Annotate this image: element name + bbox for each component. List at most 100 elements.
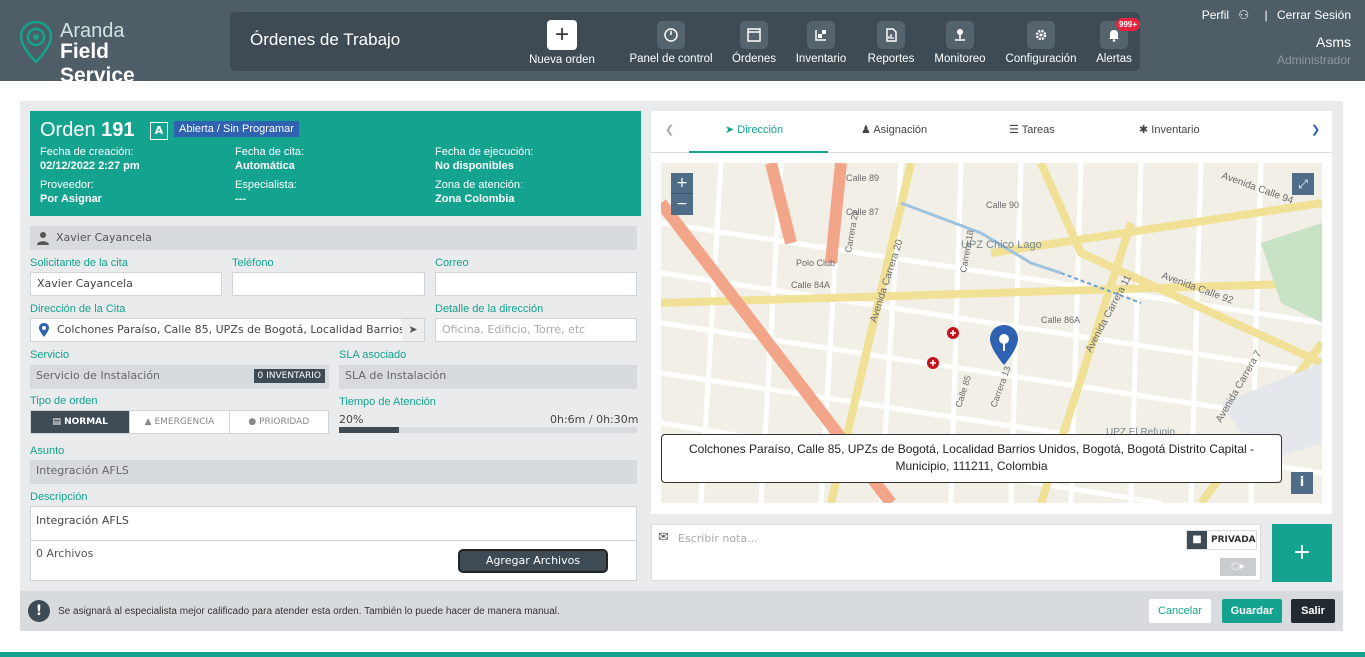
- tab-tareas[interactable]: ☰ Tareas: [1009, 123, 1055, 136]
- attention-time-value: 0h:6m / 0h:30m: [550, 413, 639, 426]
- specialist-label: Especialista:: [235, 179, 297, 191]
- links-separator: |: [1264, 8, 1268, 22]
- inventory-badge[interactable]: 0 INVENTARIO: [253, 369, 325, 383]
- attention-percent: 20%: [339, 413, 364, 426]
- top-bar: Aranda Field Service Órdenes de Trabajo …: [0, 0, 1365, 87]
- details-panel: ❮ ➤ Dirección ♟ Asignación ☰ Tareas ✱ In…: [651, 111, 1332, 514]
- zoom-controls: + −: [671, 173, 693, 215]
- nav-reports-label: Reportes: [867, 53, 915, 65]
- fire-icon: ▲: [144, 417, 155, 427]
- private-toggle[interactable]: ■ PRIVADA: [1186, 530, 1257, 550]
- order-title-prefix: Orden: [40, 119, 96, 141]
- description-box: Integración AFLS 0 Archivos Agregar Arch…: [30, 506, 637, 581]
- logout-link[interactable]: Cerrar Sesión: [1277, 8, 1351, 22]
- attention-progress-fill: [339, 427, 399, 433]
- client-row: Xavier Cayancela: [30, 226, 637, 250]
- tab-inventario[interactable]: ✱ Inventario: [1139, 123, 1200, 136]
- tab-direccion[interactable]: ➤ Dirección: [725, 123, 783, 136]
- nav-orders-label: Órdenes: [731, 53, 777, 65]
- appointment-value: Automática: [235, 160, 295, 172]
- nav-settings[interactable]: Configuración: [1003, 21, 1079, 65]
- locate-icon[interactable]: ➤: [402, 319, 424, 341]
- map-label-calle-90: Calle 90: [986, 200, 1019, 210]
- order-type-priority[interactable]: ● PRIORIDAD: [230, 411, 328, 433]
- tab-asignacion[interactable]: ♟ Asignación: [861, 123, 927, 136]
- user-icon: [37, 232, 49, 245]
- fullscreen-icon[interactable]: ⤢: [1292, 173, 1314, 195]
- tabs-next-icon[interactable]: ❯: [1311, 123, 1320, 136]
- order-form-panel: Orden 191 A Abierta / Sin Programar Fech…: [20, 101, 1343, 631]
- add-note-button[interactable]: +: [1272, 524, 1332, 582]
- order-type-priority-label: PRIORIDAD: [259, 417, 310, 427]
- private-label: PRIVADA: [1211, 535, 1256, 545]
- nav-orders[interactable]: Órdenes: [729, 21, 779, 65]
- provider-value: Por Asignar: [40, 193, 102, 205]
- zoom-out-button[interactable]: −: [671, 194, 693, 215]
- active-tab-indicator: [689, 151, 828, 153]
- address-label: Dirección de la Cita: [30, 303, 126, 315]
- requester-label: Solicitante de la cita: [30, 257, 128, 269]
- service-field[interactable]: Servicio de Instalación 0 INVENTARIO: [30, 365, 329, 389]
- app-logo[interactable]: Aranda Field Service: [18, 20, 188, 87]
- nav-monitor[interactable]: Monitoreo: [930, 21, 990, 65]
- dashboard-icon: [657, 21, 685, 49]
- user-role: Administrador: [1276, 53, 1351, 67]
- zone-value: Zona Colombia: [435, 193, 515, 205]
- exclamation-icon: ●: [248, 417, 260, 427]
- order-type-emergency[interactable]: ▲ EMERGENCIA: [130, 411, 230, 433]
- nav-reports[interactable]: Reportes: [863, 21, 919, 65]
- zone-label: Zona de atención:: [435, 179, 524, 191]
- note-box: ✉ Escribir nota... ■ PRIVADA ○▸: [651, 524, 1261, 581]
- voice-note-icon[interactable]: ○▸: [1220, 558, 1256, 576]
- footer-message: Se asignará al especialista mejor califi…: [58, 606, 560, 617]
- map-label-calle-89: Calle 89: [846, 173, 879, 183]
- order-summary: Orden 191 A Abierta / Sin Programar Fech…: [30, 111, 641, 216]
- save-button[interactable]: Guardar: [1222, 599, 1282, 623]
- new-order-button[interactable]: + Nueva orden: [527, 20, 597, 66]
- bottom-accent-strip: [0, 652, 1365, 657]
- tools-icon: ✱: [1139, 124, 1152, 136]
- map-view[interactable]: Polo Club UPZ Chico Lago Avenida Carrera…: [661, 163, 1322, 503]
- exit-button[interactable]: Salir: [1291, 599, 1335, 623]
- nav-dashboard[interactable]: Panel de control: [626, 21, 716, 65]
- tab-asignacion-label: Asignación: [873, 124, 928, 136]
- email-field[interactable]: [435, 272, 637, 296]
- comment-icon: ✉: [658, 530, 669, 545]
- order-type-normal[interactable]: ▤ NORMAL: [31, 411, 131, 433]
- nav-alerts-label: Alertas: [1096, 53, 1132, 65]
- nav-alerts[interactable]: 999+ Alertas: [1092, 18, 1141, 65]
- address-value: Colchones Paraíso, Calle 85, UPZs de Bog…: [57, 323, 425, 336]
- user-area: Perfil ⚇ | Cerrar Sesión Asms Administra…: [1202, 8, 1351, 67]
- nav-monitor-label: Monitoreo: [934, 53, 986, 65]
- description-divider: [31, 540, 636, 541]
- order-number: 191: [101, 119, 135, 141]
- map-info-button[interactable]: i: [1291, 472, 1313, 494]
- requester-field[interactable]: Xavier Cayancela: [30, 272, 222, 296]
- email-label: Correo: [435, 257, 469, 269]
- description-value[interactable]: Integración AFLS: [36, 514, 129, 527]
- phone-field[interactable]: [232, 272, 425, 296]
- map-label-polo-club: Polo Club: [796, 258, 835, 268]
- address-detail-field[interactable]: Oficina, Edificio, Torre, etc: [435, 318, 637, 342]
- map-label-calle-84a: Calle 84A: [791, 280, 830, 290]
- form-footer: ! Se asignará al especialista mejor cali…: [20, 591, 1343, 631]
- order-type-label: Tipo de orden: [30, 395, 98, 407]
- address-field[interactable]: Colchones Paraíso, Calle 85, UPZs de Bog…: [30, 318, 425, 342]
- note-input[interactable]: Escribir nota...: [678, 532, 1158, 545]
- attention-time-label: Tiempo de Atención: [339, 396, 436, 408]
- profile-link[interactable]: Perfil: [1202, 8, 1229, 22]
- add-files-button[interactable]: Agregar Archivos: [458, 549, 608, 573]
- orders-icon: [740, 21, 768, 49]
- client-name: Xavier Cayancela: [56, 231, 152, 244]
- page-title: Órdenes de Trabajo: [250, 30, 401, 49]
- tabs-prev-icon[interactable]: ❮: [665, 123, 674, 136]
- new-order-label: Nueva orden: [529, 54, 595, 66]
- reports-icon: [877, 21, 905, 49]
- created-value: 02/12/2022 2:27 pm: [40, 160, 140, 172]
- plus-icon: +: [547, 20, 577, 50]
- cancel-button[interactable]: Cancelar: [1149, 599, 1211, 623]
- map-pin-icon: [39, 323, 49, 337]
- lock-icon: ■: [1187, 531, 1207, 549]
- nav-inventory[interactable]: Inventario: [793, 21, 849, 65]
- zoom-in-button[interactable]: +: [671, 173, 693, 194]
